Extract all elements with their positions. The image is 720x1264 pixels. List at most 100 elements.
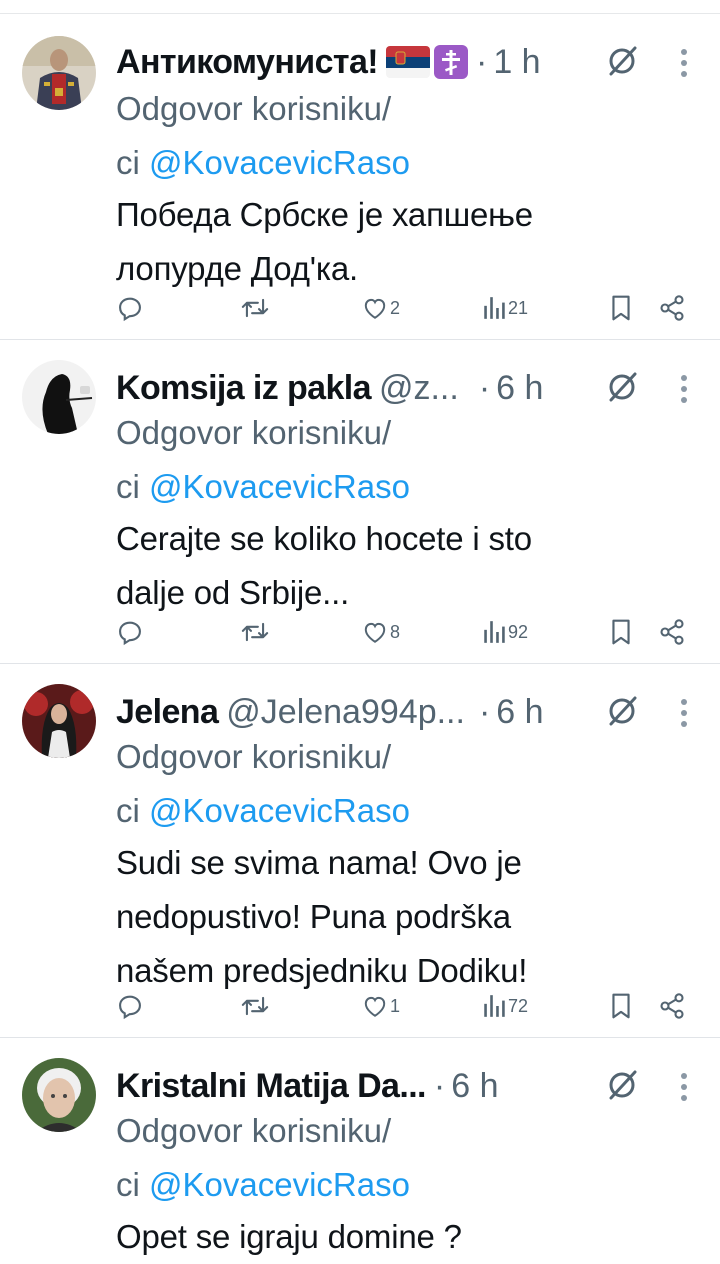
views-count: 21 [508,297,529,318]
user-handle[interactable]: @z... [379,369,459,408]
mention-link[interactable]: @KovacevicRaso [149,792,410,829]
separator-dot: · [478,692,491,731]
more-icon[interactable] [680,48,688,78]
replying-to-label: Odgovor korisniku/ [116,1112,392,1149]
text-line: Sudi se svima nama! Ovo je [116,844,522,881]
avatar[interactable] [22,1058,96,1132]
share-button[interactable] [658,988,686,1024]
text-line: Opet se igraju domine ? [116,1218,462,1255]
bookmark-icon [612,619,630,645]
like-button[interactable]: 1 [362,988,400,1024]
more-icon[interactable] [680,698,688,728]
reply-icon [119,621,141,646]
reply-button[interactable] [116,290,144,326]
bookmark-icon [612,993,630,1019]
retweet-button[interactable] [240,290,270,326]
retweet-icon [241,622,269,642]
action-bar: 2 21 [116,290,696,326]
post-text: Opet se igraju domine ? [116,1210,696,1264]
post-time[interactable]: 6 h [451,1067,498,1106]
retweet-button[interactable] [240,614,270,650]
avatar[interactable] [22,36,96,110]
display-name[interactable]: Jelena [116,693,219,732]
post-time[interactable]: 6 h [496,369,543,408]
separator-dot: · [475,42,488,81]
serbia-flag-icon [385,46,430,78]
views-count: 72 [508,995,529,1016]
like-button[interactable]: 8 [362,614,400,650]
bookmark-button[interactable] [610,988,632,1024]
views-icon [484,621,505,643]
more-icon[interactable] [680,374,688,404]
post-text: Sudi se svima nama! Ovo je nedopustivo! … [116,836,696,998]
replying-to-label-2: ci [116,1166,140,1203]
share-button[interactable] [658,290,686,326]
text-line: dalje od Srbije... [116,574,350,611]
separator-dot: · [433,1066,446,1105]
views-button[interactable]: 72 [482,988,528,1024]
display-name[interactable]: Komsija iz pakla [116,369,372,408]
mention-link[interactable]: @KovacevicRaso [149,468,410,505]
retweet-button[interactable] [240,988,270,1024]
like-button[interactable]: 2 [362,290,400,326]
grok-icon[interactable] [606,694,640,728]
replying-to-label: Odgovor korisniku/ [116,414,392,451]
grok-icon[interactable] [606,1068,640,1102]
reply-icon [119,995,141,1020]
reply-feed: Антикомуниста! · 1 h Odgovor korisniku/ … [0,14,720,1264]
replying-to: Odgovor korisniku/ ci @KovacevicRaso [116,82,676,190]
grok-icon[interactable] [606,44,640,78]
like-icon [364,622,386,643]
bookmark-button[interactable] [610,614,632,650]
avatar[interactable] [22,360,96,434]
reply-post[interactable]: Komsija iz pakla @z... · 6 h Odgovor kor… [0,340,720,664]
bookmark-button[interactable] [610,290,632,326]
text-line: Cerajte se koliko hocete i sto [116,520,532,557]
like-icon [364,298,386,319]
post-text: Победа Србске је хапшење лопурде Дод'ка. [116,188,696,296]
display-name[interactable]: Kristalni Matija Da... [116,1067,426,1106]
views-count: 92 [508,621,529,642]
display-name[interactable]: Антикомуниста! [116,43,379,82]
post-time[interactable]: 6 h [496,693,543,732]
replying-to-label: Odgovor korisniku/ [116,738,392,775]
retweet-icon [241,996,269,1016]
orthodox-cross-icon [433,45,468,79]
post-text: Cerajte se koliko hocete i sto dalje od … [116,512,696,620]
like-count: 1 [390,995,401,1016]
reply-button[interactable] [116,614,144,650]
reply-button[interactable] [116,988,144,1024]
share-icon [660,619,684,645]
reply-post[interactable]: Jelena @Jelena994p... · 6 h Odgovor kori… [0,664,720,1038]
views-button[interactable]: 92 [482,614,528,650]
user-handle[interactable]: @Jelena994p... [226,693,465,732]
share-button[interactable] [658,614,686,650]
views-icon [484,297,505,319]
grok-icon[interactable] [606,370,640,404]
top-divider [0,0,720,14]
replying-to-label-2: ci [116,468,140,505]
mention-link[interactable]: @KovacevicRaso [149,1166,410,1203]
action-bar: 8 92 [116,614,696,650]
replying-to-label-2: ci [116,792,140,829]
like-icon [364,996,386,1017]
separator-dot: · [478,368,491,407]
replying-to-label: Odgovor korisniku/ [116,90,392,127]
share-icon [660,295,684,321]
mention-link[interactable]: @KovacevicRaso [149,144,410,181]
text-line: nedopustivo! Puna podrška [116,898,511,935]
retweet-icon [241,298,269,318]
replying-to-label-2: ci [116,144,140,181]
more-icon[interactable] [680,1072,688,1102]
post-time[interactable]: 1 h [493,43,540,82]
replying-to: Odgovor korisniku/ ci @KovacevicRaso [116,1104,676,1212]
share-icon [660,993,684,1019]
bookmark-icon [612,295,630,321]
views-button[interactable]: 21 [482,290,528,326]
replying-to: Odgovor korisniku/ ci @KovacevicRaso [116,730,676,838]
like-count: 2 [390,297,401,318]
reply-post[interactable]: Антикомуниста! · 1 h Odgovor korisniku/ … [0,14,720,340]
reply-post[interactable]: Kristalni Matija Da... · 6 h Odgovor kor… [0,1038,720,1264]
text-line: лопурде Дод'ка. [116,250,358,287]
avatar[interactable] [22,684,96,758]
